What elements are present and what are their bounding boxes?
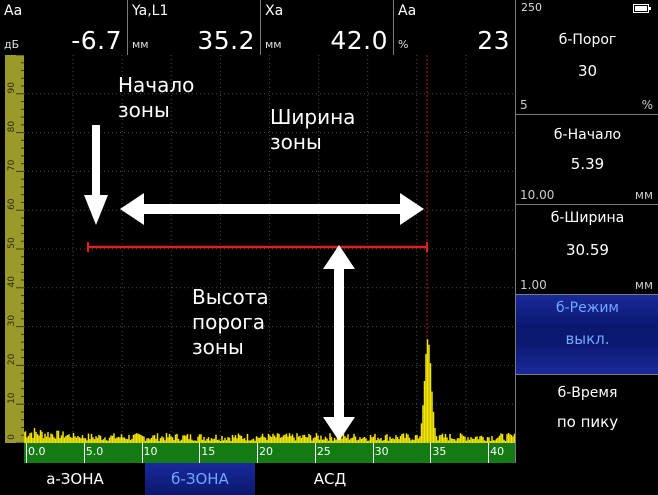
x-tick [257,443,259,463]
readout-value: 42.0 [330,26,388,55]
param-width[interactable]: б-Ширина 30.59 1.00 мм [516,205,658,295]
amplitude-ruler: 0 10 20 30 40 50 60 70 80 90 [5,54,24,444]
param-mode[interactable]: б-Режим выкл. [516,295,658,375]
param-threshold[interactable]: б-Порог 30 5 % [516,16,658,115]
x-tick [83,443,85,463]
annotation-threshold-height: Высота порога зоны [192,285,269,360]
side-header: 250 [516,0,658,16]
readout-amplitude-percent: Aa % 23 [394,0,515,55]
param-unit: мм [634,188,653,202]
readout-label: Ya,L1 [132,3,169,19]
readout-label: Xa [265,3,284,19]
param-step: 10.00 [520,188,555,202]
x-tick-label: 10 [143,445,158,458]
param-unit: мм [634,278,653,292]
param-title: б-Начало [553,127,622,143]
readout-label: Aa [4,3,23,19]
annotation-text: Высота порога зоны [192,285,269,359]
x-tick [314,443,316,463]
readout-bar: Aa дБ -6.7 Ya,L1 мм 35.2 Xa мм 42.0 Aa %… [0,0,515,56]
x-tick-label: 25 [316,445,331,458]
tab-asd[interactable]: АСД [275,463,385,495]
x-tick [430,443,432,463]
param-value: 30 [577,62,598,80]
arrow-height-shaft [334,265,344,421]
ruler-label: 30 [7,315,17,327]
param-start[interactable]: б-Начало 5.39 10.00 мм [516,115,658,205]
param-title: б-Время [557,385,618,401]
x-tick-label: 5.0 [85,445,104,458]
readout-unit: дБ [4,38,20,51]
param-value: выкл. [565,330,610,348]
param-title: б-Режим [555,300,619,316]
arrow-start-shaft [92,125,100,199]
x-tick [26,443,27,463]
ruler-label: 50 [7,237,17,249]
arrow-width-left-head [120,193,144,225]
ruler-label: 60 [7,198,17,210]
x-tick [372,443,374,463]
battery-icon [633,4,651,13]
readout-label: Aa [398,3,417,19]
arrow-width-right-head [400,193,424,225]
readout-value: -6.7 [71,26,122,55]
arrow-height-bottom-head [323,417,355,441]
side-header-value: 250 [521,1,542,14]
ruler-label: 80 [7,121,17,133]
param-title: б-Порог [558,32,617,48]
x-tick-label: 0.0 [28,445,46,458]
param-title: б-Ширина [550,210,625,226]
x-tick [141,443,143,463]
ruler-label: 70 [7,159,17,171]
ruler-label: 90 [7,82,17,94]
arrow-width-shaft [140,204,404,214]
x-tick-label: 20 [259,445,274,458]
readout-value: 35.2 [197,26,255,55]
readout-unit: % [398,38,409,51]
readout-amplitude-db: Aa дБ -6.7 [0,0,128,55]
x-tick-label: 40 [490,445,505,458]
param-value: по пику [556,413,619,431]
ruler-label: 40 [7,276,17,288]
param-time[interactable]: б-Время по пику [516,375,658,463]
arrow-height-top-head [323,245,355,269]
param-unit: % [641,98,653,112]
x-tick-label: 30 [374,445,389,458]
ruler-label: 0 [7,434,17,440]
x-axis: 0.0 5.0 10 15 20 25 30 35 40 [24,443,515,463]
tab-zone-a[interactable]: а-ЗОНА [20,463,130,495]
readout-depth: Ya,L1 мм 35.2 [128,0,261,55]
ascan-plot: 0 10 20 30 40 50 60 70 80 90 0.0 5.0 10 15 20 25 30 35 40… [0,54,515,463]
tab-zone-b[interactable]: б-ЗОНА [145,463,255,495]
ruler-ticks: 0 10 20 30 40 50 60 70 80 90 [7,54,24,444]
x-tick-label: 15 [201,445,216,458]
param-step: 5 [520,98,528,112]
param-value: 5.39 [570,155,605,173]
readout-distance: Xa мм 42.0 [261,0,394,55]
x-tick [488,443,490,463]
bottom-tab-bar: а-ЗОНА б-ЗОНА АСД [0,463,658,495]
ruler-label: 10 [7,392,17,404]
parameter-panel: 250 б-Порог 30 5 % б-Начало 5.39 10.00 м… [515,0,658,463]
ruler-label: 20 [7,353,17,365]
readout-unit: мм [132,38,149,51]
annotation-zone-width: Ширина зоны [270,105,355,155]
annotation-text: Ширина зоны [270,105,356,154]
readout-unit: мм [265,38,282,51]
annotation-text: Начало зоны [118,73,195,122]
readout-value: 23 [477,26,510,55]
param-step: 1.00 [520,278,547,292]
annotation-zone-start: Начало зоны [118,73,194,123]
x-tick-label: 35 [432,445,447,458]
x-tick [199,443,201,463]
param-value: 30.59 [566,241,609,259]
